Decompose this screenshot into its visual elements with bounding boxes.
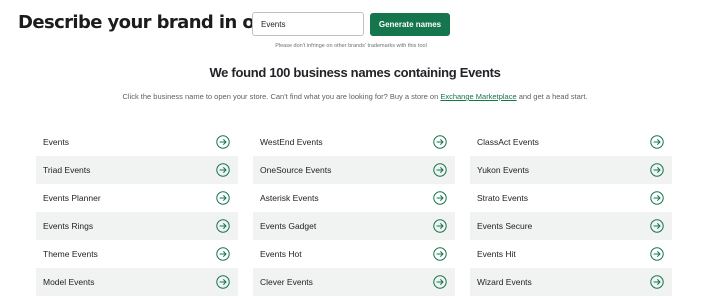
business-name-item[interactable]: WestEnd Events [253, 128, 455, 156]
business-name-item[interactable]: Strato Events [470, 184, 672, 212]
arrow-right-circle-icon[interactable] [216, 219, 230, 233]
business-name-item[interactable]: Events Hit [470, 240, 672, 268]
business-name-label: Yukon Events [477, 165, 529, 175]
arrow-right-circle-icon[interactable] [433, 135, 447, 149]
business-name-label: Strato Events [477, 193, 529, 203]
generate-names-button[interactable]: Generate names [370, 13, 450, 36]
business-name-item[interactable]: Triad Events [36, 156, 238, 184]
business-name-label: Triad Events [43, 165, 91, 175]
business-name-item[interactable]: Theme Events [36, 240, 238, 268]
business-name-item[interactable]: Asterisk Events [253, 184, 455, 212]
arrow-right-circle-icon[interactable] [433, 247, 447, 261]
business-name-label: Events Secure [477, 221, 533, 231]
arrow-right-circle-icon[interactable] [433, 191, 447, 205]
business-name-item[interactable]: Events Planner [36, 184, 238, 212]
results-title: We found 100 business names containing E… [209, 65, 501, 80]
arrow-right-circle-icon[interactable] [433, 275, 447, 289]
business-name-label: Model Events [43, 277, 95, 287]
business-name-item[interactable]: Events [36, 128, 238, 156]
arrow-right-circle-icon[interactable] [216, 135, 230, 149]
business-name-label: Events Planner [43, 193, 101, 203]
subtitle-text-before: Click the business name to open your sto… [122, 92, 441, 101]
business-name-item[interactable]: ClassAct Events [470, 128, 672, 156]
business-name-item[interactable]: Yukon Events [470, 156, 672, 184]
business-name-label: Clever Events [260, 277, 313, 287]
exchange-marketplace-link[interactable]: Exchange Marketplace [440, 92, 516, 101]
business-name-label: Theme Events [43, 249, 98, 259]
business-name-item[interactable]: Events Secure [470, 212, 672, 240]
arrow-right-circle-icon[interactable] [216, 275, 230, 289]
business-name-label: ClassAct Events [477, 137, 539, 147]
business-name-label: Wizard Events [477, 277, 532, 287]
arrow-right-circle-icon[interactable] [650, 219, 664, 233]
business-name-item[interactable]: Events Rings [36, 212, 238, 240]
business-name-item[interactable]: Model Events [36, 268, 238, 296]
arrow-right-circle-icon[interactable] [216, 163, 230, 177]
business-name-label: Events Hot [260, 249, 302, 259]
business-name-label: Events Rings [43, 221, 94, 231]
arrow-right-circle-icon[interactable] [650, 135, 664, 149]
arrow-right-circle-icon[interactable] [650, 163, 664, 177]
arrow-right-circle-icon[interactable] [650, 275, 664, 289]
business-name-item[interactable]: Clever Events [253, 268, 455, 296]
arrow-right-circle-icon[interactable] [650, 191, 664, 205]
business-name-item[interactable]: Wizard Events [470, 268, 672, 296]
subtitle-text-after: and get a head start. [516, 92, 588, 101]
trademark-disclaimer: Please don't infringe on other brands' t… [275, 43, 427, 49]
business-name-item[interactable]: Events Hot [253, 240, 455, 268]
business-name-label: OneSource Events [260, 165, 332, 175]
arrow-right-circle-icon[interactable] [433, 219, 447, 233]
business-name-label: WestEnd Events [260, 137, 323, 147]
arrow-right-circle-icon[interactable] [216, 191, 230, 205]
business-name-label: Events Hit [477, 249, 516, 259]
business-name-item[interactable]: OneSource Events [253, 156, 455, 184]
results-subtitle: Click the business name to open your sto… [0, 92, 710, 101]
arrow-right-circle-icon[interactable] [216, 247, 230, 261]
arrow-right-circle-icon[interactable] [650, 247, 664, 261]
business-name-item[interactable]: Events Gadget [253, 212, 455, 240]
business-names-grid: Events WestEnd Events ClassAct Events Triad… [36, 128, 672, 296]
arrow-right-circle-icon[interactable] [433, 163, 447, 177]
business-name-label: Asterisk Events [260, 193, 319, 203]
business-name-label: Events Gadget [260, 221, 317, 231]
business-name-label: Events [43, 137, 69, 147]
brand-word-input[interactable] [252, 12, 364, 36]
